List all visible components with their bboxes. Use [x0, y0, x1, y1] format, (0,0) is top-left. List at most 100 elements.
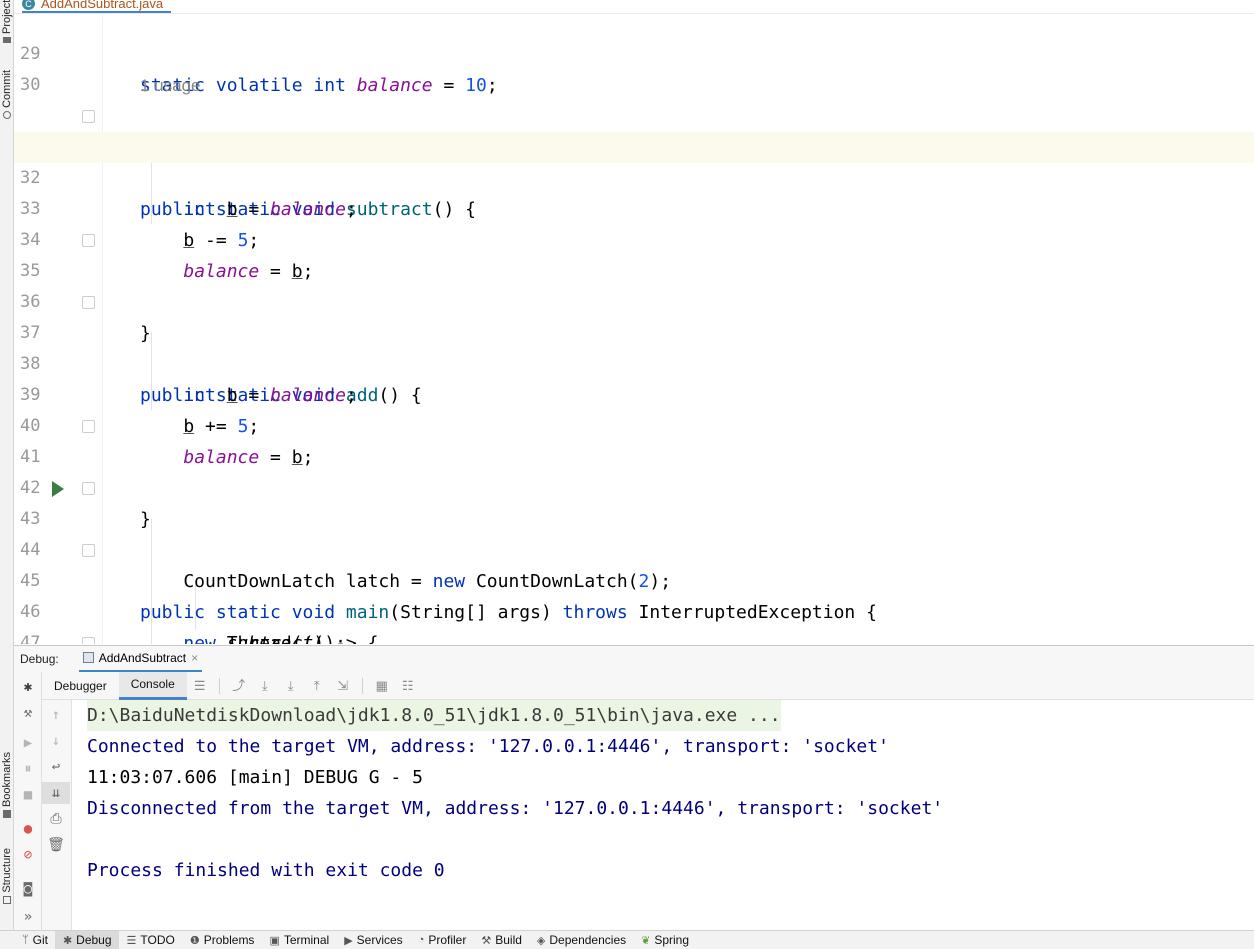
code-line-36: 36 — [14, 256, 1254, 312]
fold-end-icon[interactable] — [82, 637, 95, 644]
list-icon: ☰ — [126, 934, 137, 947]
code-line-39: 39 b += 5; — [14, 349, 1254, 437]
up-arrow-icon[interactable]: ↑ — [42, 704, 70, 726]
mute-breakpoints-icon[interactable]: ⊘ — [14, 844, 42, 866]
fold-toggle-icon[interactable] — [82, 544, 95, 557]
code-line-32-current: 32 int b = balance; — [14, 132, 1254, 220]
show-execution-point-icon[interactable]: ⤴ — [231, 678, 247, 694]
tab-console[interactable]: Console — [118, 671, 187, 700]
clear-all-icon[interactable]: 🗑 — [42, 834, 70, 856]
git-tool-button[interactable]: ᛘ Git — [0, 931, 55, 949]
pause-icon[interactable]: ⏸ — [14, 758, 42, 780]
run-config-tab[interactable]: AddAndSubtract × — [78, 646, 203, 673]
stop-icon[interactable]: ■ — [14, 784, 42, 806]
tab-debugger[interactable]: Debugger — [42, 672, 119, 700]
code-line-43: 43 public static void main(String[] args… — [14, 473, 1254, 623]
trace-stream-icon[interactable]: ☷ — [400, 678, 416, 694]
print-icon[interactable]: ⎙ — [42, 808, 70, 830]
line-number: 30 — [20, 75, 41, 95]
dependencies-label: Dependencies — [549, 933, 627, 947]
fold-end-icon[interactable] — [82, 420, 95, 433]
problems-label: Problems — [203, 933, 255, 947]
terminal-tool-button[interactable]: ▣ Terminal — [261, 931, 336, 949]
debug-tool-window-header: Debug: AddAndSubtract × — [14, 645, 1254, 673]
info-icon: ❶ — [189, 934, 200, 947]
problems-tool-button[interactable]: ❶ Problems — [182, 931, 262, 949]
code-line-46: 46 subtract(); — [14, 566, 1254, 644]
spring-leaf-icon: ❦ — [641, 934, 651, 947]
debug-label: Debug: — [20, 652, 59, 666]
step-out-icon[interactable]: ⤒ — [309, 678, 325, 694]
dependencies-tool-button[interactable]: ◈ Dependencies — [529, 931, 633, 949]
code-line-41: 41 } — [14, 411, 1254, 530]
commit-tool-tab[interactable]: Commit — [0, 70, 14, 119]
view-breakpoints-icon[interactable]: ● — [14, 818, 42, 840]
todo-label: TODO — [140, 933, 175, 947]
camera-icon[interactable]: ◙ — [14, 878, 42, 900]
run-to-cursor-icon[interactable]: ⇲ — [335, 678, 351, 694]
code-editor[interactable]: 29 static volatile int balance = 10; 30 … — [14, 14, 1254, 644]
left-tool-strip: Project Commit Bookmarks Structure — [0, 0, 14, 930]
soft-wrap-icon[interactable]: ↩ — [42, 756, 70, 778]
menu-icon[interactable]: ☰ — [192, 678, 208, 694]
console-line: Process finished with exit code 0 — [87, 860, 445, 881]
evaluate-expression-icon[interactable]: ▦ — [374, 678, 390, 694]
code-line-30: 30 — [14, 39, 1254, 95]
code-line-33: 33 b -= 5; — [14, 163, 1254, 251]
profiler-label: Profiler — [428, 933, 467, 947]
step-into-icon[interactable]: ⤓ — [283, 678, 299, 694]
usage-hint[interactable]: 1 usage — [140, 70, 201, 101]
fold-toggle-icon[interactable] — [82, 296, 95, 309]
console-line: Connected to the target VM, address: '12… — [87, 736, 889, 757]
close-icon[interactable]: × — [191, 651, 198, 665]
fold-end-icon[interactable] — [82, 234, 95, 247]
structure-tool-tab[interactable]: Structure — [0, 848, 14, 904]
bug-icon[interactable]: ✱ — [14, 676, 42, 698]
console-left-toolbar: ↑ ↓ ↩ ⇊ ⎙ 🗑 — [42, 700, 72, 930]
debug-tool-button[interactable]: ✱ Debug — [54, 930, 119, 949]
profiler-tool-button[interactable]: ◔ Profiler — [410, 931, 474, 949]
fold-toggle-icon[interactable] — [82, 482, 95, 495]
commit-tab-label: Commit — [1, 70, 13, 108]
step-over-icon[interactable]: ⤓ — [257, 678, 273, 694]
run-gutter-icon[interactable] — [52, 481, 64, 497]
branch-icon: ᛘ — [22, 934, 29, 946]
structure-tab-label: Structure — [1, 848, 13, 893]
structure-icon — [3, 895, 11, 904]
project-tool-tab[interactable]: Project — [0, 0, 14, 43]
more-icon[interactable]: » — [14, 906, 42, 928]
build-tool-button[interactable]: ⚒ Build — [473, 931, 529, 949]
wrench-icon[interactable]: ⚒ — [14, 702, 42, 724]
terminal-icon: ▣ — [269, 934, 280, 947]
file-tab-label: AddAndSubtract.java — [41, 0, 164, 11]
code-line-37: 37 public static void add() { — [14, 287, 1254, 406]
toolbar-separator — [361, 677, 363, 694]
run-config-icon — [82, 652, 94, 663]
code-line-31: 31 public static void subtract() { — [14, 101, 1254, 220]
bottom-tool-bar: ᛘ Git ✱ Debug ☰ TODO ❶ Problems ▣ Termin… — [0, 930, 1254, 949]
scroll-to-end-icon[interactable]: ⇊ — [42, 782, 70, 804]
console-line-command[interactable]: D:\BaiduNetdiskDownload\jdk1.8.0_51\jdk1… — [87, 700, 781, 731]
code-line-35: 35 } — [14, 225, 1254, 344]
file-tab-addandsubtract[interactable]: C AddAndSubtract.java — [22, 0, 172, 13]
down-arrow-icon[interactable]: ↓ — [42, 730, 70, 752]
code-line-40: 40 balance = b; — [14, 380, 1254, 468]
spring-tool-button[interactable]: ❦ Spring — [633, 931, 696, 949]
services-tool-button[interactable]: ▶ Services — [336, 931, 409, 949]
console-output[interactable]: D:\BaiduNetdiskDownload\jdk1.8.0_51\jdk1… — [73, 700, 1254, 930]
services-icon: ▶ — [344, 934, 353, 947]
todo-tool-button[interactable]: ☰ TODO — [119, 931, 182, 949]
resume-icon[interactable]: ▶ — [14, 732, 42, 754]
code-line-42: 42 — [14, 442, 1254, 498]
layers-icon: ◈ — [536, 934, 546, 947]
code-line-47: 47 latch.countDown(); — [14, 597, 1254, 644]
debug-label: Debug — [76, 933, 112, 947]
console-line: Disconnected from the target VM, address… — [87, 798, 944, 819]
debug-subtoolbar: Debugger Console ☰ ⤴ ⤓ ⤓ ⤒ ⇲ ▦ ☷ — [14, 671, 1254, 700]
build-label: Build — [495, 933, 522, 947]
code-line-44: 44 CountDownLatch latch = new CountDownL… — [14, 504, 1254, 592]
editor-tab-bar: C AddAndSubtract.java — [14, 0, 1254, 14]
bookmarks-tool-tab[interactable]: Bookmarks — [0, 752, 14, 819]
code-line-38: 38 int b = balance; — [14, 318, 1254, 406]
fold-toggle-icon[interactable] — [82, 110, 95, 123]
